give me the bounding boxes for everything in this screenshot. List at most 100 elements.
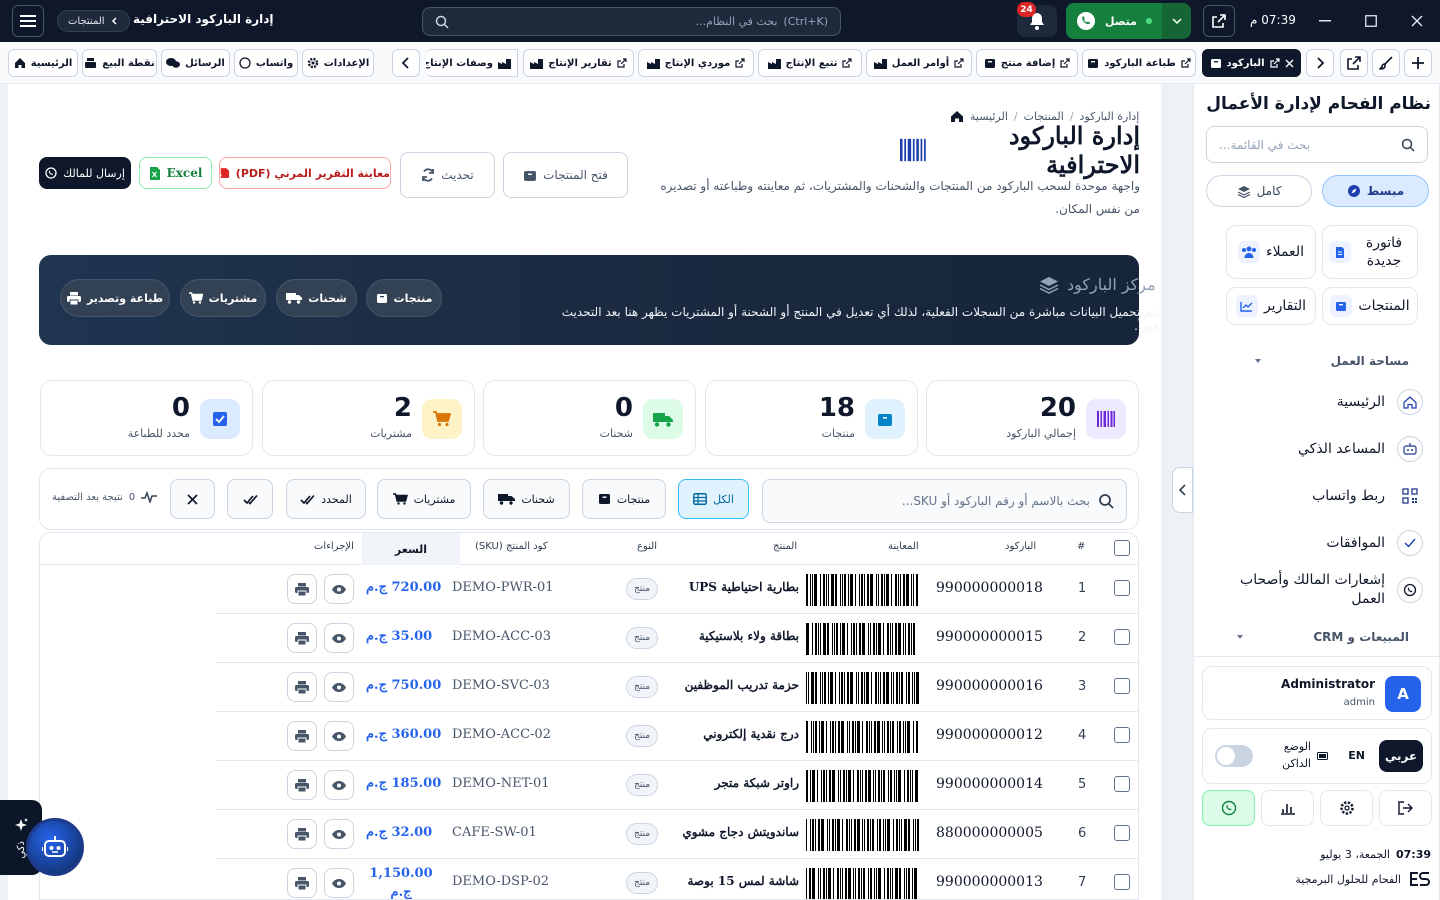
current-module-pill[interactable]: المنتجات [57,10,130,32]
row-view-button[interactable] [324,574,354,604]
lang-ar-button[interactable]: عربي [1379,740,1423,772]
select-all-checkbox[interactable] [1114,540,1130,556]
open-products-button[interactable]: فتح المنتجات [503,152,628,198]
row-print-button[interactable] [287,574,317,604]
banner-pill-purchases[interactable]: مشتريات [180,279,266,317]
row-print-button[interactable] [287,868,317,898]
close-button[interactable] [1394,0,1440,42]
quick-link-pos[interactable]: نقطة البيع [82,49,157,77]
nav-approvals[interactable]: الموافقات [1326,530,1423,556]
customize-button[interactable] [1372,49,1400,77]
tab-detach-button[interactable] [1340,49,1368,77]
settings-button[interactable] [1320,790,1373,826]
dark-mode-toggle[interactable] [1215,745,1253,767]
row-print-button[interactable] [287,770,317,800]
row-checkbox[interactable] [1114,580,1130,596]
refresh-button[interactable]: تحديث [400,152,495,198]
quick-link-messages[interactable]: الرسائل [161,49,230,77]
barcode-bar [842,868,843,899]
row-checkbox[interactable] [1114,825,1130,841]
section-workspace[interactable]: مساحة العمل [1254,354,1409,368]
sidebar-collapse-button[interactable] [1172,467,1193,513]
quick-link-whatsapp[interactable]: واتساب [234,49,298,77]
banner-pill-products[interactable]: منتجات [366,279,442,317]
tab-barcode[interactable]: الباركود [1202,49,1301,77]
header-price[interactable]: السعر [362,533,460,565]
barcode-search-input[interactable]: بحث بالاسم أو رقم الباركود أو SKU... [762,479,1127,523]
row-price: 32.00 ج.م [366,825,433,840]
quick-link-home[interactable]: الرئيسية [8,49,78,77]
row-print-button[interactable] [287,721,317,751]
filter-products-button[interactable]: منتجات [582,479,666,519]
tab-add-product[interactable]: إضافة منتج [976,49,1078,77]
excel-export-button[interactable]: Excel [139,157,212,189]
filter-purchases-button[interactable]: مشتريات [377,479,471,519]
analytics-button[interactable] [1261,790,1314,826]
clear-filter-button[interactable] [170,479,215,519]
tab-production-recipes[interactable]: وصفات الإنتاج [426,49,518,77]
header-product[interactable]: المنتج [773,541,797,552]
row-view-button[interactable] [324,623,354,653]
nav-whatsapp-link[interactable]: ربط واتساب [1312,483,1423,509]
header-barcode[interactable]: الباركود [1005,541,1036,552]
row-print-button[interactable] [287,672,317,702]
row-checkbox[interactable] [1114,629,1130,645]
tab-barcode-print[interactable]: طباعة الباركود [1082,49,1196,77]
header-sku[interactable]: كود المنتج (SKU) [475,541,548,552]
ai-chatbot-button[interactable] [26,818,84,876]
nav-ai-assistant[interactable]: المساعد الذكي [1298,436,1423,462]
quick-products[interactable]: المنتجات [1322,287,1418,325]
tab-work-orders[interactable]: أوامر العمل [866,49,972,77]
tab-production-tracking[interactable]: تتبع الإنتاج [758,49,862,77]
new-tab-button[interactable] [1404,49,1432,77]
nav-home[interactable]: الرئيسية [1337,389,1423,415]
whatsapp-status-button[interactable]: متصل [1066,3,1162,39]
send-owner-button[interactable]: إرسال للمالك [39,157,131,189]
row-view-button[interactable] [324,819,354,849]
sidebar-search-input[interactable]: بحث في القائمة... [1206,126,1428,163]
select-all-button[interactable] [227,479,273,519]
tabs-scroll-left-button[interactable] [392,49,420,77]
user-card[interactable]: A Administrator admin [1202,666,1432,720]
filter-selected-button[interactable]: المحدد [286,479,366,519]
menu-button[interactable] [12,5,44,37]
tabs-scroll-right-button[interactable] [1306,49,1334,77]
users-icon [1238,241,1261,263]
quick-link-settings[interactable]: الإعدادات [302,49,374,77]
tab-production-suppliers[interactable]: موردي الإنتاج [638,49,754,77]
row-checkbox[interactable] [1114,874,1130,890]
row-view-button[interactable] [324,721,354,751]
mode-simple-toggle[interactable]: مبسط [1322,175,1429,207]
row-view-button[interactable] [324,868,354,898]
row-checkbox[interactable] [1114,727,1130,743]
logout-button[interactable] [1379,790,1432,826]
minimize-button[interactable] [1302,0,1348,42]
quick-reports[interactable]: التقارير [1226,287,1316,325]
row-print-button[interactable] [287,819,317,849]
global-search-input[interactable]: (Ctrl+K) بحث في النظام... [422,7,841,36]
row-view-button[interactable] [324,770,354,800]
whatsapp-button[interactable] [1202,790,1255,826]
open-external-button[interactable] [1203,5,1235,37]
lang-en-button[interactable]: EN [1348,749,1365,762]
mode-full-toggle[interactable]: كامل [1206,175,1312,207]
row-view-button[interactable] [324,672,354,702]
row-print-button[interactable] [287,623,317,653]
filter-shipments-button[interactable]: شحنات [483,479,570,519]
section-sales-crm[interactable]: المبيعات و CRM [1237,630,1409,644]
row-checkbox[interactable] [1114,678,1130,694]
whatsapp-dropdown-button[interactable] [1162,3,1191,39]
nav-owner-notifications[interactable]: إشعارات المالك وأصحاب العمل [1223,571,1423,609]
header-type[interactable]: النوع [637,541,657,552]
banner-pill-shipments[interactable]: شحنات [276,279,357,317]
tab-production-reports[interactable]: تقارير الإنتاج [523,49,634,77]
close-tab-icon[interactable] [1285,59,1294,68]
maximize-button[interactable] [1348,0,1394,42]
chevron-left-icon [1179,484,1186,496]
banner-pill-print-export[interactable]: طباعة وتصدير [60,279,170,317]
quick-customers[interactable]: العملاء [1226,225,1316,279]
pdf-preview-button[interactable]: معاينة التقرير المرني (PDF) PDF [219,157,391,189]
filter-all-button[interactable]: الكل [678,479,749,519]
quick-new-invoice[interactable]: فاتورة جديدة [1322,225,1418,279]
row-checkbox[interactable] [1114,776,1130,792]
